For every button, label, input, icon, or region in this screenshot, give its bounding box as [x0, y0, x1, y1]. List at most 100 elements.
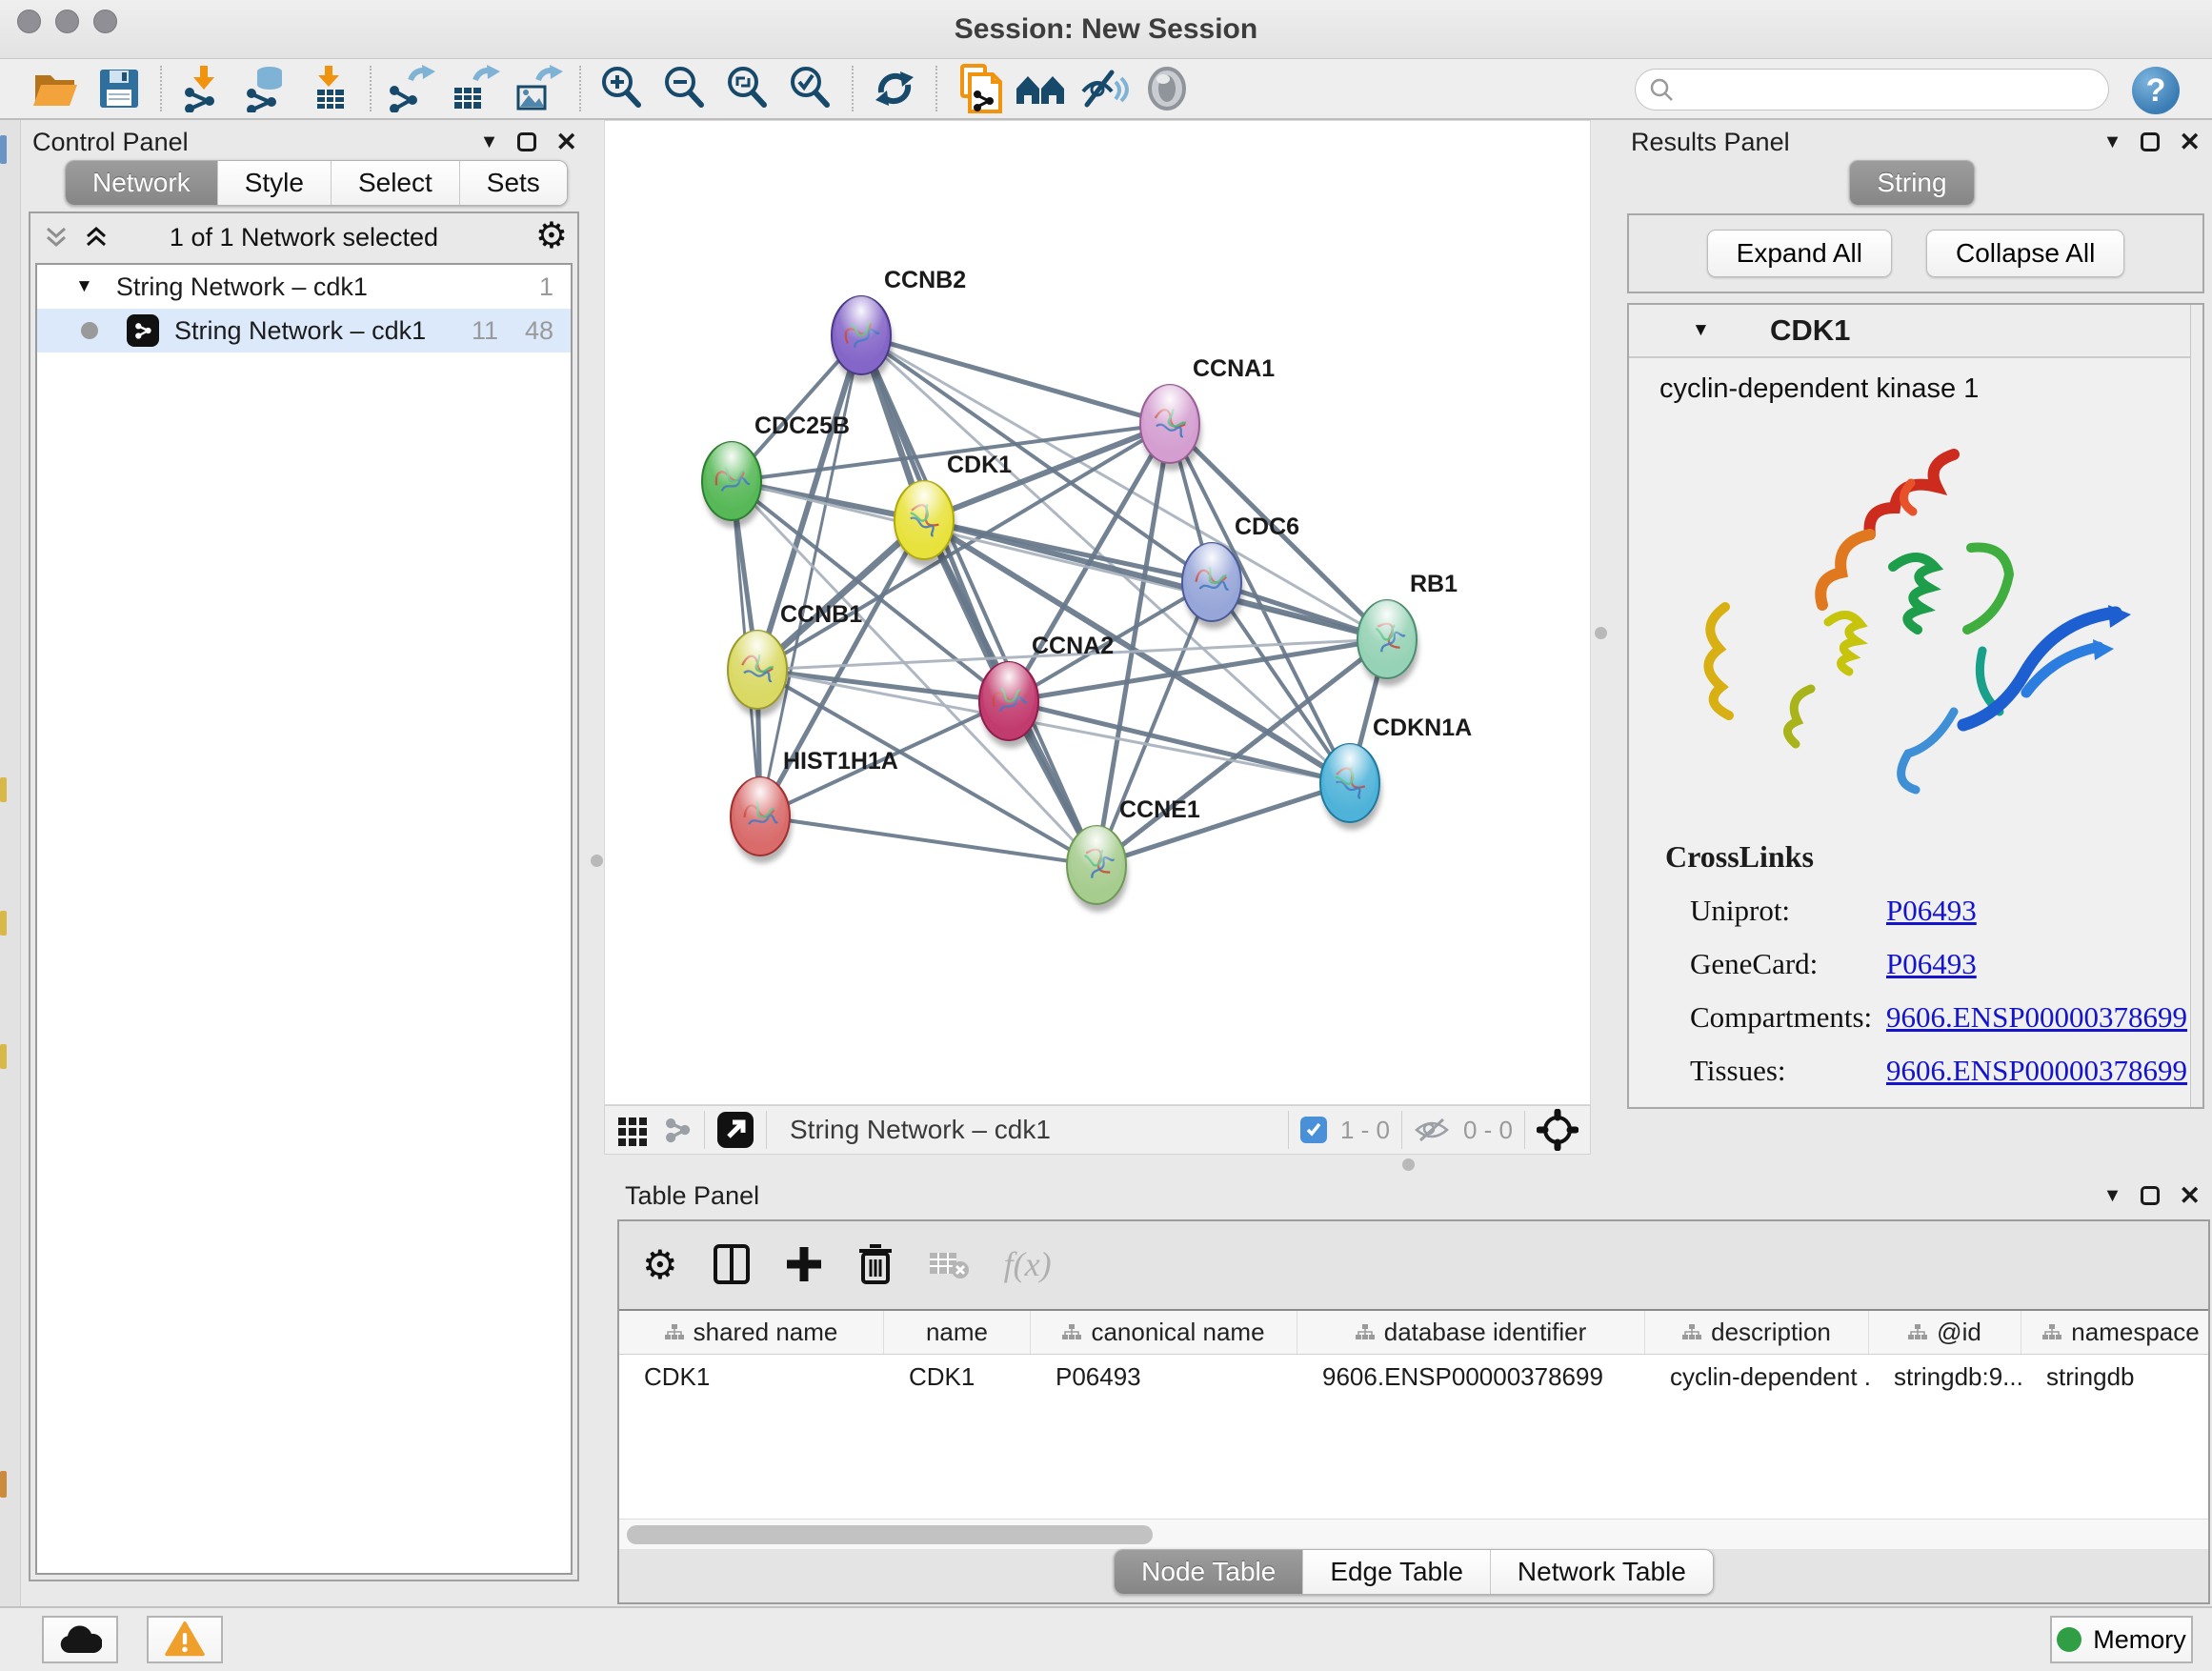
table-panel-splitter[interactable] — [604, 1155, 2212, 1174]
panel-float-icon[interactable] — [2141, 1186, 2160, 1205]
network-edge[interactable] — [757, 670, 1009, 701]
splitter-handle[interactable] — [591, 855, 603, 867]
network-edge[interactable] — [861, 335, 1096, 865]
export-image-button[interactable] — [507, 62, 570, 115]
control-panel-splitter[interactable] — [589, 120, 604, 1606]
detach-view-icon[interactable] — [716, 1111, 754, 1149]
tab-network-table[interactable]: Network Table — [1490, 1550, 1713, 1594]
network-node-RB1[interactable] — [1357, 600, 1418, 686]
expand-all-button[interactable]: Expand All — [1707, 230, 1892, 277]
panel-close-icon[interactable]: ✕ — [555, 128, 577, 157]
fit-content-button[interactable] — [716, 62, 779, 115]
zoom-out-button[interactable] — [654, 62, 716, 115]
scrollbar-thumb[interactable] — [627, 1525, 1153, 1544]
table-options-button[interactable]: ⚙ — [642, 1241, 678, 1288]
export-table-button[interactable] — [444, 62, 507, 115]
show-columns-button[interactable] — [713, 1243, 751, 1285]
column-header-canonical-name[interactable]: canonical name — [1031, 1311, 1297, 1354]
panel-menu-icon[interactable]: ▼ — [2103, 131, 2122, 153]
crosslink-link[interactable]: 9606.ENSP00000378699 — [1886, 1054, 2187, 1088]
export-network-button[interactable] — [381, 62, 444, 115]
collapse-all-button[interactable]: Collapse All — [1926, 230, 2124, 277]
tab-style[interactable]: Style — [217, 161, 331, 205]
import-network-from-file-button[interactable] — [171, 62, 234, 115]
network-canvas[interactable]: CCNB2CCNA1CDC25BCDK1CDC6RB1CCNB1CCNA2CDK… — [604, 120, 1591, 1105]
network-row[interactable]: String Network – cdk1 11 48 — [37, 309, 571, 352]
share-view-icon[interactable] — [662, 1115, 693, 1145]
hide-selected-button[interactable] — [1073, 62, 1136, 115]
table-cell[interactable]: cyclin-dependent ... — [1645, 1355, 1869, 1399]
delete-column-button[interactable] — [857, 1242, 894, 1286]
tab-edge-table[interactable]: Edge Table — [1302, 1550, 1490, 1594]
network-node-CCNA2[interactable] — [979, 662, 1040, 748]
table-cell[interactable]: stringdb — [2021, 1355, 2208, 1399]
table-cell[interactable]: P06493 — [1031, 1355, 1297, 1399]
gene-header-row[interactable]: ▼ CDK1 — [1629, 305, 2202, 358]
column-header-description[interactable]: description — [1645, 1311, 1869, 1354]
network-node-CDKN1A[interactable] — [1320, 744, 1381, 830]
import-table-from-file-button[interactable] — [297, 62, 360, 115]
network-edge[interactable] — [1096, 783, 1350, 865]
refresh-view-button[interactable] — [863, 62, 926, 115]
column-header-@id[interactable]: @id — [1869, 1311, 2021, 1354]
warning-status-button[interactable] — [147, 1616, 223, 1663]
network-edge[interactable] — [760, 816, 1096, 865]
selected-checkbox-icon[interactable] — [1300, 1117, 1327, 1143]
results-scrollbar[interactable] — [2190, 305, 2202, 1107]
crosslink-link[interactable]: P06493 — [1886, 894, 1977, 928]
network-edge[interactable] — [924, 520, 1387, 639]
table-cell[interactable]: stringdb:9... — [1869, 1355, 2021, 1399]
panel-close-icon[interactable]: ✕ — [2179, 1181, 2201, 1211]
network-node-HIST1H1A[interactable] — [731, 777, 792, 863]
column-header-database-identifier[interactable]: database identifier — [1297, 1311, 1645, 1354]
network-node-CCNE1[interactable] — [1067, 826, 1128, 912]
crosslink-link[interactable]: 9606.ENSP00000378699 — [1886, 1000, 2187, 1035]
save-session-button[interactable] — [88, 62, 151, 115]
tab-string[interactable]: String — [1850, 161, 1973, 205]
network-node-CCNB2[interactable] — [832, 296, 893, 382]
network-collection-row[interactable]: ▼ String Network – cdk1 1 — [37, 265, 571, 309]
crosslink-link[interactable]: P06493 — [1886, 1107, 1977, 1109]
table-cell[interactable]: CDK1 — [884, 1355, 1031, 1399]
panel-float-icon[interactable] — [2141, 132, 2160, 151]
crosslink-link[interactable]: P06493 — [1886, 947, 1977, 981]
gene-disclosure-icon[interactable]: ▼ — [1692, 320, 1710, 341]
network-node-CCNB1[interactable] — [728, 631, 789, 716]
network-edge[interactable] — [760, 335, 861, 816]
help-button[interactable]: ? — [2132, 67, 2180, 114]
show-all-button[interactable] — [1010, 62, 1073, 115]
table-cell[interactable]: CDK1 — [619, 1355, 884, 1399]
splitter-handle[interactable] — [1595, 627, 1607, 639]
column-header-shared-name[interactable]: shared name — [619, 1311, 884, 1354]
collection-disclosure-icon[interactable]: ▼ — [75, 276, 93, 297]
panel-menu-icon[interactable]: ▼ — [480, 131, 499, 153]
panel-close-icon[interactable]: ✕ — [2179, 128, 2201, 157]
panel-menu-icon[interactable]: ▼ — [2103, 1185, 2122, 1207]
zoom-selected-button[interactable] — [779, 62, 842, 115]
memory-status-button[interactable]: Memory — [2050, 1616, 2193, 1663]
network-node-CDC25B[interactable] — [702, 442, 763, 528]
show-selected-button[interactable] — [1136, 62, 1198, 115]
import-network-from-database-button[interactable] — [234, 62, 297, 115]
splitter-handle[interactable] — [1402, 1158, 1415, 1171]
grid-view-icon[interactable] — [616, 1114, 649, 1146]
table-row[interactable]: CDK1CDK1P064939606.ENSP00000378699cyclin… — [619, 1355, 2208, 1399]
search-field[interactable] — [1635, 69, 2109, 111]
network-graph[interactable]: CCNB2CCNA1CDC25BCDK1CDC6RB1CCNB1CCNA2CDK… — [605, 121, 1592, 1106]
tab-node-table[interactable]: Node Table — [1115, 1550, 1302, 1594]
results-panel-splitter[interactable] — [1591, 120, 1612, 1155]
search-input[interactable] — [1674, 75, 2108, 105]
column-header-name[interactable]: name — [884, 1311, 1031, 1354]
panel-float-icon[interactable] — [517, 132, 536, 151]
tab-network[interactable]: Network — [66, 161, 217, 205]
tab-select[interactable]: Select — [331, 161, 459, 205]
network-options-gear-icon[interactable]: ⚙ — [535, 214, 568, 256]
string-import-button[interactable] — [947, 62, 1010, 115]
network-node-CDC6[interactable] — [1182, 543, 1243, 629]
zoom-in-button[interactable] — [591, 62, 654, 115]
table-cell[interactable]: 9606.ENSP00000378699 — [1297, 1355, 1645, 1399]
open-session-button[interactable] — [25, 62, 88, 115]
birdseye-icon[interactable] — [1537, 1109, 1579, 1151]
tab-sets[interactable]: Sets — [459, 161, 567, 205]
cloud-status-button[interactable] — [42, 1616, 118, 1663]
